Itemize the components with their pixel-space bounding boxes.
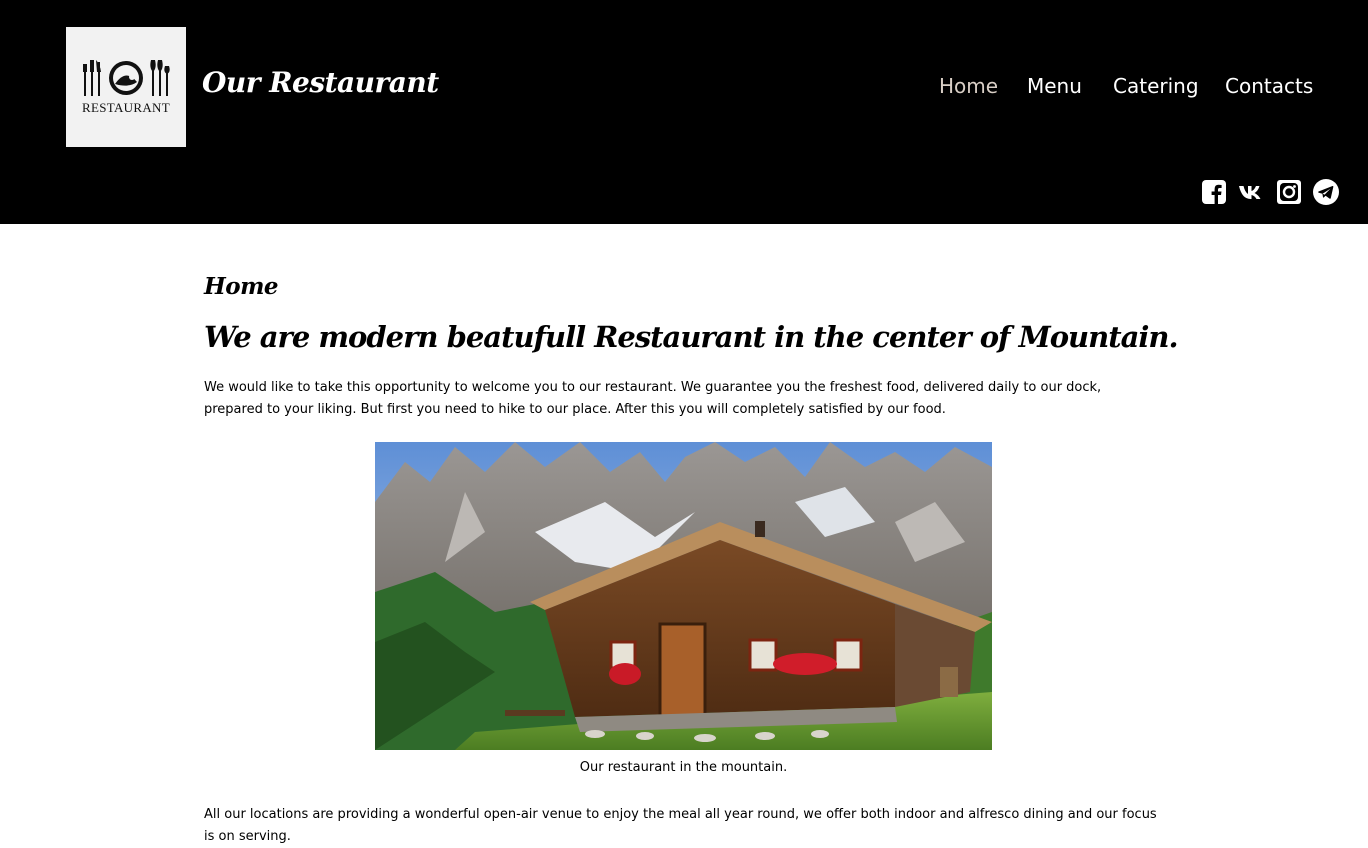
restaurant-logo[interactable]: RESTAURANT bbox=[66, 27, 186, 147]
mountain-cabin-photo bbox=[375, 442, 992, 750]
cutlery-plate-icon bbox=[83, 60, 170, 96]
site-header: RESTAURANT Our Restaurant Home Menu Cate… bbox=[0, 0, 1368, 224]
nav-contacts[interactable]: Contacts bbox=[1225, 74, 1313, 100]
instagram-icon[interactable] bbox=[1275, 178, 1303, 206]
logo-text: RESTAURANT bbox=[82, 100, 170, 115]
facebook-icon[interactable] bbox=[1200, 178, 1228, 206]
photo-caption: Our restaurant in the mountain. bbox=[579, 760, 788, 775]
outro-paragraph: All our locations are providing a wonder… bbox=[204, 807, 1157, 844]
vk-icon[interactable] bbox=[1237, 178, 1265, 206]
nav-catering[interactable]: Catering bbox=[1113, 74, 1199, 100]
headline: We are modern beatufull Restaurant in th… bbox=[204, 320, 1179, 354]
intro-paragraph: We would like to take this opportunity t… bbox=[204, 380, 1102, 417]
nav-home[interactable]: Home bbox=[939, 74, 998, 100]
page-title: Home bbox=[204, 273, 279, 300]
nav-menu[interactable]: Menu bbox=[1027, 74, 1082, 100]
site-brand[interactable]: Our Restaurant bbox=[202, 66, 439, 99]
telegram-icon[interactable] bbox=[1312, 178, 1340, 206]
